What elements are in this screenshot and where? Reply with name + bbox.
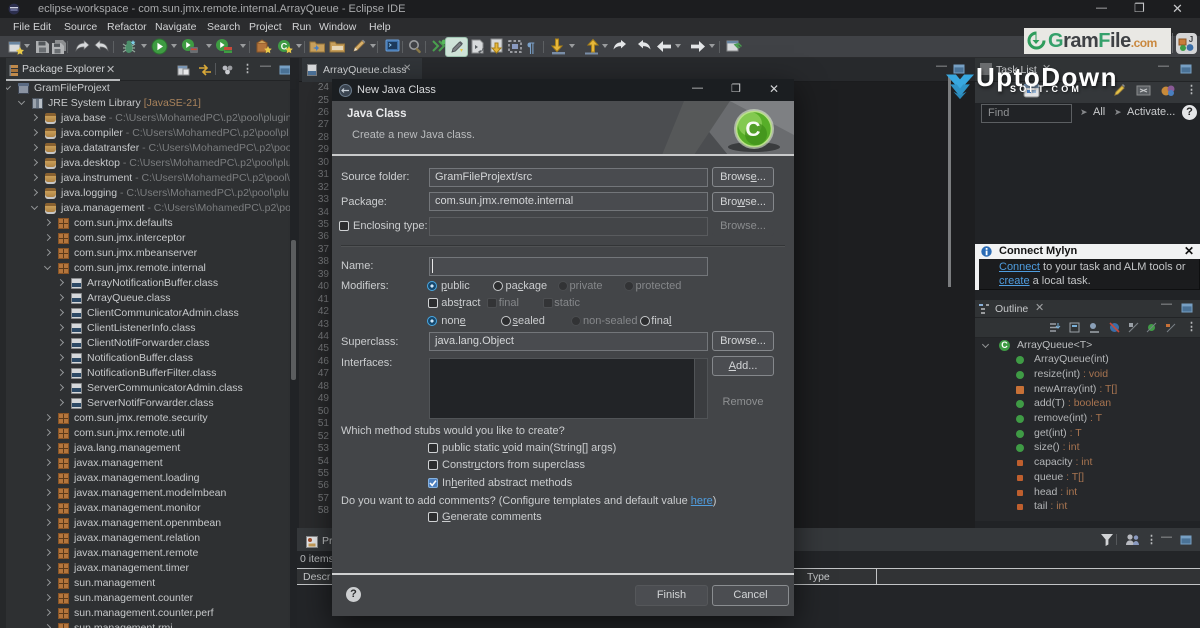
svg-text:J: J bbox=[1189, 35, 1193, 44]
svg-text:C: C bbox=[745, 118, 760, 141]
